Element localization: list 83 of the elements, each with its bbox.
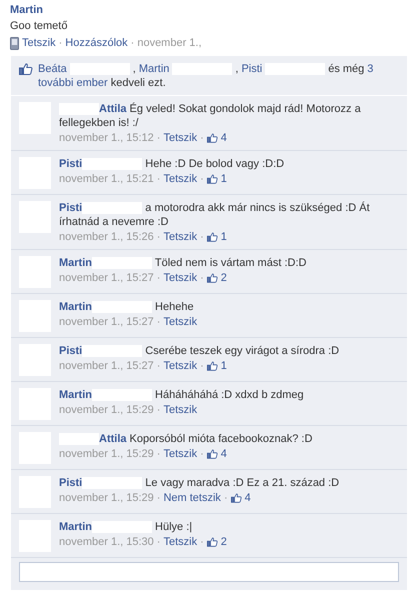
separator-dot: · [156, 403, 160, 417]
separator-dot: · [156, 230, 160, 244]
timestamp: november 1., 15:26 [59, 230, 154, 244]
separator-dot: · [200, 230, 204, 244]
thumbs-up-icon [206, 449, 218, 459]
more-count-link[interactable]: 3 [367, 62, 374, 76]
comment-text: Pisti Hehe :D De bolod vagy :D:D [59, 157, 286, 171]
timestamp: november 1., 15:29 [59, 491, 154, 505]
separator-dot: · [200, 131, 204, 145]
timestamp: november 1., 15:21 [59, 172, 154, 186]
timestamp: november 1., 15:27 [59, 271, 154, 285]
like-link[interactable]: Tetszik [163, 271, 198, 285]
comment-text: Pisti Cserébe teszek egy virágot a sírodra :D [59, 344, 340, 358]
separator-dot: · [130, 36, 134, 50]
separator-dot: · [200, 271, 204, 285]
timestamp: november 1., 15:29 [59, 447, 154, 461]
thumbs-up-icon [206, 133, 218, 143]
comment-text: Martin Hehehe [59, 300, 195, 314]
action-link[interactable]: Hozzászólok [65, 36, 128, 50]
like-count[interactable]: 4 [220, 447, 227, 461]
separator-dot: · [200, 359, 204, 373]
comma: , [132, 62, 136, 76]
like-count[interactable]: 4 [220, 131, 227, 145]
comma: , [235, 62, 238, 76]
separator-dot: · [156, 535, 160, 549]
thumbs-up-icon [19, 63, 33, 75]
separator-dot: · [200, 172, 204, 186]
author-name[interactable]: Martin [10, 4, 43, 16]
separator-dot: · [156, 172, 160, 186]
comment-text: Attila Koporsóból mióta facebookoznak? :D [59, 432, 399, 446]
separator-dot: · [156, 131, 160, 145]
separator-dot: · [200, 535, 204, 549]
like-link[interactable]: Tetszik [163, 315, 198, 329]
timestamp: november 1., 15:27 [59, 359, 154, 373]
like-link[interactable]: Tetszik [163, 403, 198, 417]
like-link[interactable]: Tetszik [163, 131, 198, 145]
like-link[interactable]: Tetszik [163, 230, 198, 244]
separator-dot: · [156, 447, 160, 461]
separator-dot: · [156, 359, 160, 373]
timestamp: november 1., 15:27 [59, 315, 154, 329]
comment-text: Martin Hülye :| [59, 520, 194, 534]
separator-dot: · [58, 36, 62, 50]
thumbs-up-icon [230, 493, 242, 503]
like-count[interactable]: 1 [220, 359, 227, 373]
like-link[interactable]: Nem tetszik [163, 491, 221, 505]
timestamp: november 1., 15:12 [59, 131, 154, 145]
thumbs-up-icon [206, 361, 218, 371]
likes-suffix: kedveli ezt. [110, 76, 166, 90]
separator-dot: · [156, 315, 160, 329]
person-link[interactable]: Martin [138, 62, 170, 76]
comment-text: Martin Háháháháhá :D xdxd b zdmeg [59, 388, 305, 402]
like-count[interactable]: 1 [220, 230, 227, 244]
like-link[interactable]: Tetszik [163, 172, 198, 186]
separator-dot: · [156, 491, 160, 505]
like-count[interactable]: 2 [220, 535, 227, 549]
like-link[interactable]: Tetszik [163, 535, 198, 549]
post-text: Goo temető [10, 20, 68, 32]
timestamp: november 1., 15:29 [59, 403, 154, 417]
comment-text: Pisti Le vagy maradva :D Ez a 21. század :D [59, 476, 340, 490]
action-link[interactable]: Tetszik [22, 36, 56, 50]
like-count[interactable]: 2 [220, 271, 227, 285]
like-link[interactable]: Tetszik [163, 359, 198, 373]
comment-text: Pisti a motorodra akk már nincs is szükséged :D Át írhatnád a nevemre :D [59, 201, 371, 229]
comment-text: Attila Ég veled! Sokat gondolok majd rád! Motorozz a fellegekben is! :/ [59, 102, 362, 130]
more-people-link[interactable]: további ember [38, 76, 108, 90]
thumbs-up-icon [206, 232, 218, 242]
timestamp: november 1., 15:30 [59, 535, 154, 549]
separator-dot: · [156, 271, 160, 285]
person-link[interactable]: Beáta [38, 62, 67, 76]
thumbs-up-icon [206, 537, 218, 547]
timestamp: november 1., [137, 36, 202, 50]
comment-text: Martin Töled nem is vártam mást :D:D [59, 256, 308, 270]
phone-icon [10, 36, 19, 50]
person-link[interactable]: Pisti [241, 62, 262, 76]
separator-dot: · [224, 491, 228, 505]
like-count[interactable]: 1 [220, 172, 227, 186]
comment-input-field[interactable] [19, 562, 399, 582]
separator-dot: · [200, 447, 204, 461]
thumbs-up-icon [206, 273, 218, 283]
like-count[interactable]: 4 [244, 491, 251, 505]
likes-and-more: és még [328, 62, 364, 76]
thumbs-up-icon [206, 174, 218, 184]
like-link[interactable]: Tetszik [163, 447, 198, 461]
